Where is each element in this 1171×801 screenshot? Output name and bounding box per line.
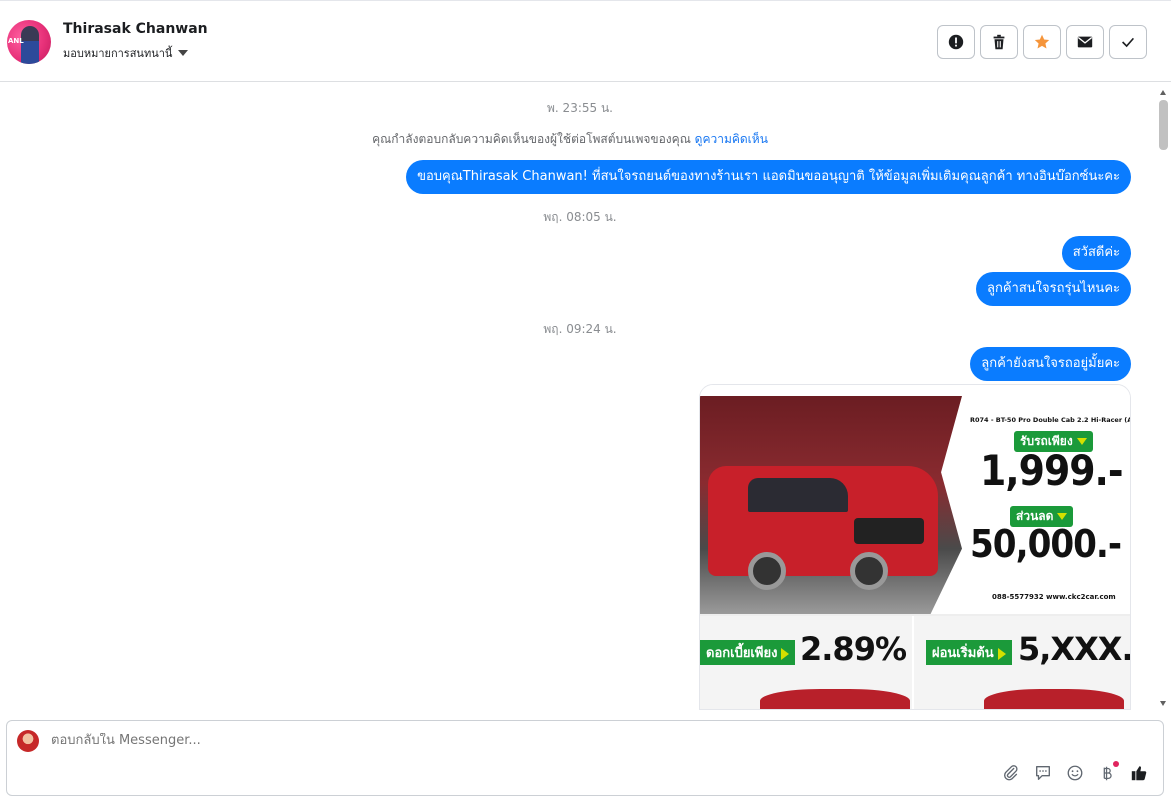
- contact-avatar[interactable]: ANL: [7, 20, 51, 64]
- model-line: R074 - BT-50 Pro Double Cab 2.2 Hi-Racer…: [970, 416, 1130, 424]
- baht-payment-icon: [1103, 766, 1112, 781]
- notification-dot: [1113, 761, 1119, 767]
- play-arrow-icon: [997, 647, 1006, 660]
- reply-context-notice: คุณกำลังตอบกลับความคิดเห็นของผู้ใช้ต่อโพ…: [0, 130, 1140, 149]
- timestamp: พฤ. 08:05 น.: [543, 210, 617, 224]
- car-peek: [984, 689, 1124, 709]
- truck-wheel: [748, 552, 786, 590]
- notice-text: คุณกำลังตอบกลับความคิดเห็นของผู้ใช้ต่อโพ…: [372, 132, 691, 146]
- paperclip-icon: [1004, 765, 1018, 781]
- down-arrow-icon: [1076, 438, 1087, 445]
- installment-label: ผ่อนเริ่มต้น: [926, 640, 1012, 665]
- trash-icon: [993, 34, 1005, 50]
- message-bubble[interactable]: ขอบคุณThirasak Chanwan! ที่สนใจรถยนต์ของ…: [406, 160, 1131, 194]
- scroll-up-icon[interactable]: [1160, 90, 1166, 95]
- emoji-icon: [1067, 765, 1083, 781]
- payment-button[interactable]: [1097, 761, 1119, 783]
- assign-conversation-dropdown[interactable]: มอบหมายการสนทนานี้: [63, 44, 189, 62]
- saved-reply-icon: [1036, 766, 1050, 780]
- avatar-person-figure: [21, 26, 39, 64]
- delete-button[interactable]: [980, 25, 1018, 59]
- conversation-header: ANL Thirasak Chanwan มอบหมายการสนทนานี้: [0, 0, 1171, 82]
- ad-image-bottom: ดอกเบี้ยเพียง 2.89% ผ่อนเริ่มต้น 5,XXX.-: [700, 614, 1130, 709]
- caret-down-icon: [178, 50, 189, 56]
- check-icon: [1122, 37, 1135, 48]
- installment-value: 5,XXX.-: [1018, 630, 1130, 668]
- installment-label-text: ผ่อนเริ่มต้น: [932, 646, 994, 661]
- truck-grill: [854, 518, 924, 544]
- scroll-thumb[interactable]: [1159, 100, 1168, 150]
- avatar-overlay-text: ANL: [8, 37, 24, 45]
- pickup-truck-illustration: [708, 466, 938, 590]
- attach-button[interactable]: [1001, 763, 1021, 783]
- envelope-icon: [1077, 36, 1093, 48]
- mark-unread-button[interactable]: [1066, 25, 1104, 59]
- thumbs-up-icon: [1131, 766, 1147, 781]
- message-bubble[interactable]: ลูกค้ายังสนใจรถอยู่มั้ยคะ: [970, 347, 1131, 381]
- assign-label: มอบหมายการสนทนานี้: [63, 47, 173, 60]
- timestamp: พฤ. 09:24 น.: [543, 322, 617, 336]
- interest-label: ดอกเบี้ยเพียง: [700, 640, 796, 665]
- star-button[interactable]: [1023, 25, 1061, 59]
- message-bubble[interactable]: ลูกค้าสนใจรถรุ่นไหนคะ: [975, 272, 1131, 306]
- exclamation-circle-icon: [948, 34, 964, 50]
- interest-label-text: ดอกเบี้ยเพียง: [706, 646, 778, 661]
- car-photo: [700, 396, 962, 614]
- car-peek: [760, 689, 910, 709]
- contact-name[interactable]: Thirasak Chanwan: [63, 21, 208, 37]
- view-comment-link[interactable]: ดูความคิดเห็น: [695, 132, 768, 146]
- discount-value: 50,000.-: [970, 522, 1122, 566]
- interest-panel: ดอกเบี้ยเพียง 2.89%: [700, 616, 912, 709]
- down-value: 1,999.-: [980, 446, 1124, 495]
- scroll-down-icon[interactable]: [1160, 701, 1166, 706]
- star-icon: [1034, 34, 1050, 49]
- emoji-button[interactable]: [1065, 763, 1085, 783]
- ad-contact: 088-5577932 www.ckc2car.com: [992, 593, 1116, 601]
- reply-input[interactable]: [51, 733, 951, 748]
- page-avatar: [17, 730, 39, 752]
- down-arrow-icon: [1057, 513, 1068, 520]
- discount-label-text: ส่วนลด: [1016, 509, 1054, 523]
- timestamp: พ. 23:55 น.: [547, 101, 613, 115]
- conversation-toolbar: [937, 25, 1147, 59]
- saved-replies-button[interactable]: [1033, 763, 1053, 783]
- ad-image-main: R074 - BT-50 Pro Double Cab 2.2 Hi-Racer…: [700, 396, 1130, 614]
- like-button[interactable]: [1129, 763, 1149, 783]
- reply-composer: [6, 720, 1164, 796]
- interest-value: 2.89%: [800, 630, 907, 668]
- truck-window: [748, 478, 848, 512]
- composer-actions: [1001, 761, 1149, 783]
- image-top-strip: [700, 385, 1130, 396]
- thread-scrollbar[interactable]: [1158, 88, 1169, 708]
- message-bubble[interactable]: สวัสดีค่ะ: [1061, 236, 1131, 270]
- play-arrow-icon: [781, 647, 790, 660]
- installment-panel: ผ่อนเริ่มต้น 5,XXX.-: [914, 616, 1130, 709]
- mark-done-button[interactable]: [1109, 25, 1147, 59]
- image-attachment[interactable]: R074 - BT-50 Pro Double Cab 2.2 Hi-Racer…: [699, 384, 1131, 710]
- truck-wheel: [850, 552, 888, 590]
- mark-spam-button[interactable]: [937, 25, 975, 59]
- ad-pricing-panel: R074 - BT-50 Pro Double Cab 2.2 Hi-Racer…: [962, 396, 1130, 614]
